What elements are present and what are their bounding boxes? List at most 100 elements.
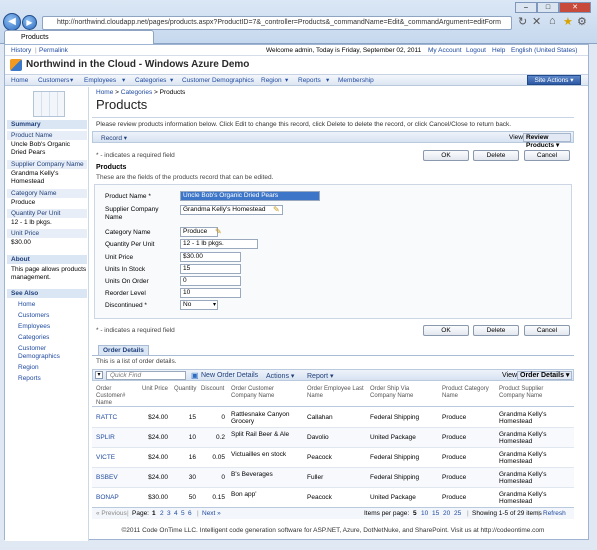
tab-order-details[interactable]: Order Details — [98, 345, 149, 355]
site-actions-button[interactable]: Site Actions ▾ — [527, 75, 581, 85]
stop-icon[interactable]: ✕ — [532, 15, 541, 28]
home-icon[interactable]: ⌂ — [549, 15, 556, 27]
history-link[interactable]: History — [11, 45, 31, 56]
column-header[interactable]: Unit Price — [142, 386, 168, 393]
lookup-icon[interactable]: ✎ — [273, 205, 280, 214]
maximize-button[interactable]: □ — [537, 2, 559, 13]
see-also-region[interactable]: Region — [18, 364, 39, 372]
breadcrumb-home[interactable]: Home — [96, 89, 113, 96]
see-also-reports[interactable]: Reports — [18, 375, 41, 383]
new-order-details-button[interactable]: New Order Details — [201, 372, 258, 379]
product-name-field[interactable]: Uncle Bob's Organic Dried Pears — [180, 191, 320, 201]
see-also-customer-demographics[interactable]: Customer Demographics — [18, 345, 73, 361]
back-button[interactable]: ◀ — [3, 13, 21, 31]
minimize-button[interactable]: – — [515, 2, 537, 13]
breadcrumb-categories[interactable]: Categories — [121, 89, 152, 96]
view-selector[interactable]: Review Products ▾ — [523, 133, 571, 149]
my-account-link[interactable]: My Account — [428, 45, 462, 56]
table-row[interactable]: VICTE $24.00 16 0.05 Victuailles en stock Pea… — [92, 448, 574, 468]
table-row[interactable]: BSBEV $24.00 30 0 B's Beverages Fuller Federal… — [92, 468, 574, 488]
permalink-link[interactable]: Permalink — [39, 45, 68, 56]
menu-reports[interactable]: Reports — [298, 75, 321, 86]
page-size-10[interactable]: 10 — [421, 508, 428, 519]
details-view-selector[interactable]: Order Details ▾ — [517, 371, 572, 380]
actions-menu[interactable]: Actions ▾ — [266, 372, 294, 380]
next-link[interactable]: Next » — [202, 508, 221, 519]
page-3[interactable]: 3 — [167, 508, 171, 519]
delete-button[interactable]: Delete — [473, 150, 519, 161]
units-on-order-field[interactable]: 0 — [180, 276, 241, 286]
quick-find-input[interactable]: Quick Find — [106, 371, 186, 380]
table-cell: B's Beverages — [231, 471, 273, 478]
page-4[interactable]: 4 — [174, 508, 178, 519]
cancel-button-bottom[interactable]: Cancel — [524, 325, 570, 336]
page-size-5[interactable]: 5 — [413, 508, 417, 519]
table-cell[interactable]: BONAP — [96, 494, 136, 501]
table-cell[interactable]: VICTE — [96, 454, 136, 461]
table-cell: 50 — [188, 494, 196, 501]
browser-tab[interactable]: Products — [4, 30, 154, 44]
menu-employees[interactable]: Employees — [84, 75, 116, 86]
page-size-25[interactable]: 25 — [454, 508, 461, 519]
refresh-link[interactable]: Refresh — [543, 508, 566, 519]
quantity-per-unit-field[interactable]: 12 - 1 lb pkgs. — [180, 239, 258, 249]
table-cell[interactable]: RATTC — [96, 414, 136, 421]
page-size-20[interactable]: 20 — [443, 508, 450, 519]
menu-customer-demographics[interactable]: Customer Demographics — [182, 75, 254, 86]
help-link[interactable]: Help — [492, 45, 505, 56]
new-record-icon[interactable]: ▣ — [191, 371, 199, 380]
see-also-employees[interactable]: Employees — [18, 323, 50, 331]
column-header[interactable]: Order Customer Company Name — [231, 386, 299, 400]
page-1[interactable]: 1 — [152, 508, 156, 519]
menu-region[interactable]: Region — [261, 75, 282, 86]
close-window-button[interactable]: ✕ — [559, 2, 591, 13]
cancel-button[interactable]: Cancel — [524, 150, 570, 161]
column-header[interactable]: Discount — [201, 386, 224, 393]
column-header[interactable]: Product Supplier Company Name — [499, 386, 559, 400]
menu-home[interactable]: Home — [11, 75, 28, 86]
record-menu[interactable]: Record ▾ — [101, 134, 127, 142]
table-cell[interactable]: BSBEV — [96, 474, 136, 481]
summary-value: Produce — [11, 199, 36, 206]
column-header[interactable]: Order Customer# Name — [96, 386, 136, 407]
address-bar[interactable]: http://northwind.cloudapp.net/pages/prod… — [42, 16, 512, 30]
refresh-icon[interactable]: ↻ — [518, 15, 527, 28]
see-also-home[interactable]: Home — [18, 301, 35, 309]
delete-button-bottom[interactable]: Delete — [473, 325, 519, 336]
category-field[interactable]: Produce — [180, 227, 218, 237]
unit-price-field[interactable]: $30.00 — [180, 252, 241, 262]
column-header[interactable]: Order Employee Last Name — [307, 386, 369, 400]
see-also-categories[interactable]: Categories — [18, 334, 49, 342]
logout-link[interactable]: Logout — [466, 45, 486, 56]
page-size-15[interactable]: 15 — [432, 508, 439, 519]
previous-link[interactable]: « Previous — [96, 508, 127, 519]
lookup-icon[interactable]: ✎ — [215, 227, 222, 236]
table-row[interactable]: SPLIR $24.00 10 0.2 Split Rail Beer & Ale Dav… — [92, 428, 574, 448]
ok-button[interactable]: OK — [423, 150, 469, 161]
menu-customers[interactable]: Customers — [38, 75, 69, 86]
table-cell[interactable]: SPLIR — [96, 434, 136, 441]
see-also-customers[interactable]: Customers — [18, 312, 49, 320]
chevron-down-icon[interactable]: ▾ — [95, 371, 103, 379]
column-header[interactable]: Order Ship Via Company Name — [370, 386, 432, 400]
reorder-level-field[interactable]: 10 — [180, 288, 241, 298]
discontinued-select[interactable]: No ▾ — [180, 300, 218, 310]
page-2[interactable]: 2 — [160, 508, 164, 519]
menu-membership[interactable]: Membership — [338, 75, 374, 86]
report-menu[interactable]: Report ▾ — [307, 372, 333, 380]
ok-button-bottom[interactable]: OK — [423, 325, 469, 336]
units-in-stock-field[interactable]: 15 — [180, 264, 241, 274]
menu-categories[interactable]: Categories — [135, 75, 166, 86]
column-header[interactable]: Quantity — [174, 386, 196, 393]
page-6[interactable]: 6 — [188, 508, 192, 519]
favorites-icon[interactable]: ★ — [563, 15, 573, 28]
forward-button[interactable]: ▶ — [22, 15, 37, 30]
page-5[interactable]: 5 — [181, 508, 185, 519]
supplier-field[interactable]: Grandma Kelly's Homestead — [180, 205, 283, 215]
table-cell: United Package — [370, 434, 416, 441]
column-header[interactable]: Product Category Name — [442, 386, 497, 400]
language-link[interactable]: English (United States) — [511, 45, 577, 56]
tools-icon[interactable]: ⚙ — [577, 15, 587, 28]
table-row[interactable]: BONAP $30.00 50 0.15 Bon app' Peacock United P… — [92, 488, 574, 508]
table-row[interactable]: RATTC $24.00 15 0 Rattlesnake Canyon Grocery… — [92, 408, 574, 428]
